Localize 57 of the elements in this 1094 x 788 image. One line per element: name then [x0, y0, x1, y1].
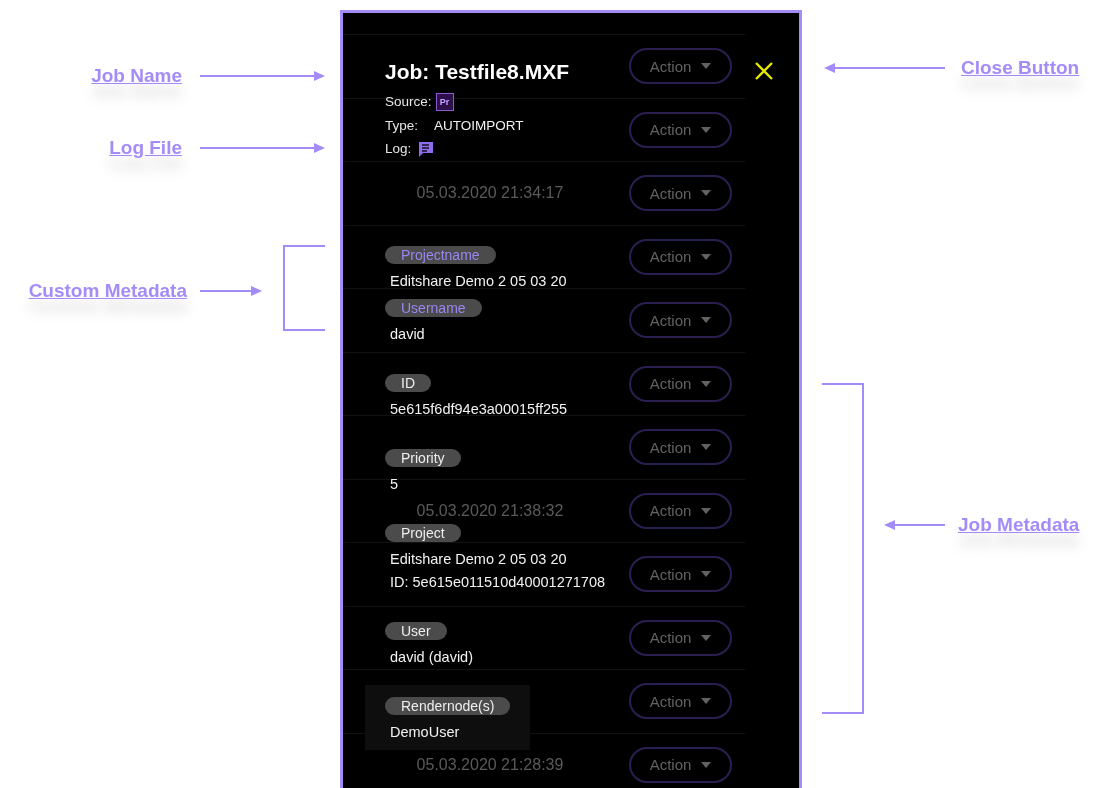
source-label: Source:: [385, 94, 432, 110]
field-label-chip: Projectname: [385, 245, 496, 264]
field-label-chip: Priority: [385, 448, 461, 467]
action-dropdown[interactable]: Action: [629, 302, 732, 339]
action-dropdown[interactable]: Action: [629, 429, 732, 466]
field-label-chip: Username: [385, 298, 482, 317]
caret-icon: [701, 761, 712, 768]
action-dropdown[interactable]: Action: [629, 365, 732, 402]
callout-arrow: [200, 285, 262, 297]
timestamp-text: 05.03.2020 21:38:32: [415, 501, 565, 520]
action-dropdown[interactable]: Action: [629, 556, 732, 593]
action-dropdown[interactable]: Action: [629, 111, 732, 148]
callout-label: Job Name: [91, 65, 182, 87]
callout-arrow: [884, 519, 945, 531]
field-label-chip: Rendernode(s): [385, 696, 511, 715]
action-dropdown[interactable]: Action: [629, 238, 732, 275]
action-dropdown[interactable]: Action: [629, 683, 732, 720]
field-value: ID: 5e615e011510d40001271708: [390, 572, 606, 592]
action-dropdown[interactable]: Action: [629, 619, 732, 656]
field-value: DemoUser: [390, 722, 461, 742]
log-label: Log:: [385, 141, 412, 157]
field-value: Editshare Demo 2 05 03 20: [390, 549, 568, 569]
action-dropdown[interactable]: Action: [629, 492, 732, 529]
action-dropdown[interactable]: Action: [629, 175, 732, 212]
field-label-chip: User: [385, 621, 447, 640]
caret-icon: [701, 380, 712, 387]
field-value: 5: [390, 474, 400, 494]
caret-icon: [701, 317, 712, 324]
field-value: david: [390, 324, 426, 344]
field-value: david (david): [390, 647, 473, 667]
caret-icon: [701, 253, 712, 260]
callout-label: Close Button: [961, 57, 1080, 79]
field-label-chip: Project: [385, 523, 461, 542]
field-value: 5e615f6df94e3a00015ff255: [390, 399, 568, 419]
caret-icon: [701, 63, 712, 70]
callout-label: Job Metadata: [958, 514, 1080, 536]
field-value: Editshare Demo 2 05 03 20: [390, 271, 567, 291]
message-icon[interactable]: [417, 139, 436, 158]
job-title: Job: Testfile8.MXF: [385, 60, 569, 84]
caret-icon: [701, 190, 712, 197]
timestamp-text: 05.03.2020 21:28:39: [415, 755, 565, 774]
timestamp-text: 05.03.2020 21:34:17: [415, 184, 565, 203]
caret-icon: [701, 444, 712, 451]
caret-icon: [701, 698, 712, 705]
caret-icon: [701, 507, 712, 514]
action-dropdown[interactable]: Action: [629, 48, 732, 85]
type-value: AUTOIMPORT: [434, 117, 524, 133]
action-dropdown[interactable]: Action: [629, 746, 732, 783]
field-label-chip: ID: [385, 373, 431, 392]
close-button[interactable]: [753, 60, 775, 82]
callout-label: Log File: [109, 137, 182, 159]
source-app-icon: Pr: [435, 92, 454, 111]
caret-icon: [701, 571, 712, 578]
caret-icon: [701, 634, 712, 641]
caret-icon: [701, 126, 712, 133]
callout-label: Custom Metadata: [28, 280, 187, 302]
type-label: Type:: [385, 117, 419, 133]
